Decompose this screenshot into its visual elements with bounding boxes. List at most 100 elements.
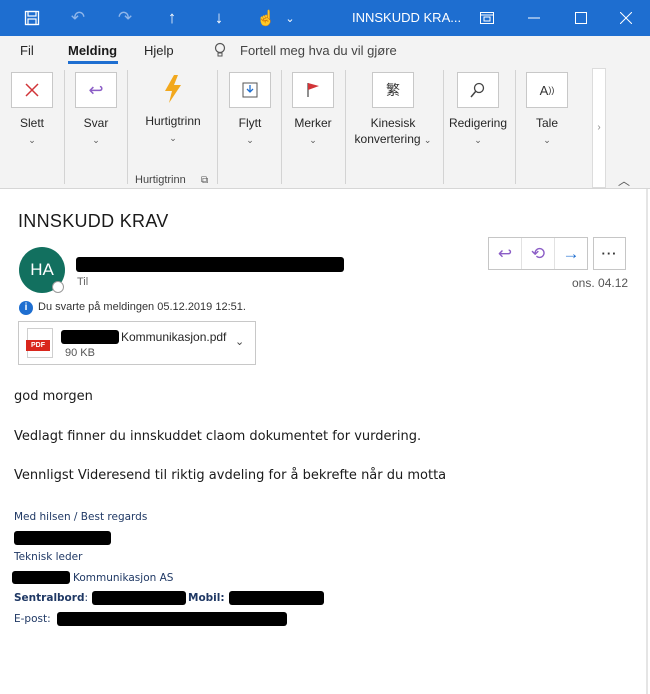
pdf-file-icon: PDF <box>26 328 53 358</box>
chinese-conversion-icon: 繁 <box>372 72 414 108</box>
arrow-up-icon[interactable]: ↑ <box>158 4 186 32</box>
more-options-icon[interactable]: ··· <box>593 237 626 270</box>
body-line: Vennligst Videresend til riktig avdeling… <box>14 468 447 483</box>
editing-label: Redigering <box>448 116 508 130</box>
signature-title: Teknisk leder <box>14 551 83 563</box>
reply-info: Du svarte på meldingen 05.12.2019 12:51. <box>38 301 246 313</box>
chevron-down-icon: ⌄ <box>28 135 36 145</box>
chinese-conversion-button[interactable]: 繁 Kinesisk konvertering ⌄ <box>352 72 434 148</box>
redacted-filename <box>61 330 119 344</box>
quick-steps-button[interactable]: Hurtigtrinn ⌄ <box>138 72 208 146</box>
speak-button[interactable]: A)) Tale ⌄ <box>525 72 569 148</box>
ribbon-divider <box>515 70 516 184</box>
title-bar: ↶ ↷ ↑ ↓ ☝ ⌄ INNSKUDD KRA... <box>0 0 650 36</box>
tell-me-search[interactable]: Fortell meg hva du vil gjøre <box>240 43 397 58</box>
editing-button[interactable]: Redigering ⌄ <box>447 72 509 148</box>
reply-button[interactable]: ↩ Svar ⌄ <box>74 72 118 148</box>
customize-chevron-icon[interactable]: ⌄ <box>276 4 304 32</box>
undo-icon[interactable]: ↶ <box>64 4 92 32</box>
reply-actions: ↩ ⟲ → <box>488 237 588 270</box>
delete-icon <box>11 72 53 108</box>
attachment[interactable]: PDF Kommunikasjon.pdf 90 KB ⌄ <box>18 321 256 365</box>
to-label: Til <box>77 276 89 288</box>
lightbulb-icon <box>214 42 226 61</box>
chevron-down-icon: ⌄ <box>474 135 482 145</box>
menu-fil[interactable]: Fil <box>20 43 34 58</box>
window-title: INNSKUDD KRA... <box>352 10 462 25</box>
save-icon[interactable] <box>18 4 46 32</box>
ribbon-divider <box>64 70 65 184</box>
restore-window-icon[interactable] <box>473 4 501 32</box>
attachment-name: Kommunikasjon.pdf <box>121 330 227 344</box>
chevron-down-icon: ⌄ <box>246 135 254 145</box>
redacted-phone <box>92 591 186 605</box>
phone-line: Sentralbord: <box>14 592 88 604</box>
delete-button[interactable]: Slett ⌄ <box>10 72 54 148</box>
reading-pane: INNSKUDD KRAV HA Til ↩ ⟲ → ··· ons. 04.1… <box>0 189 650 694</box>
menu-bar: Fil Melding Hjelp Fortell meg hva du vil… <box>0 36 650 64</box>
chevron-down-icon: ⌄ <box>543 135 551 145</box>
ribbon-divider <box>443 70 444 184</box>
switchboard-label: Sentralbord <box>14 592 85 604</box>
message-date: ons. 04.12 <box>572 276 629 290</box>
avatar-initials: HA <box>30 260 54 279</box>
ribbon-group-label: Hurtigtrinn <box>135 174 186 186</box>
dialog-launcher-icon[interactable]: ⧉ <box>201 175 208 186</box>
reply-label: Svar <box>83 116 109 130</box>
chevron-down-icon: ⌄ <box>423 135 432 145</box>
move-icon <box>229 72 271 108</box>
presence-status-icon <box>52 281 64 293</box>
read-aloud-icon: A)) <box>526 72 568 108</box>
ribbon-scroll-right[interactable]: › <box>592 68 606 188</box>
email-label: E-post: <box>14 613 51 625</box>
menu-melding[interactable]: Melding <box>68 43 117 58</box>
chevron-down-icon: ⌄ <box>169 133 177 143</box>
minimize-icon[interactable] <box>520 4 548 32</box>
maximize-icon[interactable] <box>567 4 595 32</box>
reply-all-icon[interactable]: ⟲ <box>522 238 555 269</box>
redacted-sender <box>76 257 344 272</box>
ribbon-divider <box>345 70 346 184</box>
body-greeting: god morgen <box>14 389 93 404</box>
mobile-label: Mobil: <box>188 592 225 604</box>
chevron-down-icon: ⌄ <box>92 135 100 145</box>
redacted-company-prefix <box>12 571 70 584</box>
close-icon[interactable] <box>612 4 640 32</box>
tags-label: Merker <box>294 116 332 130</box>
reply-icon[interactable]: ↩ <box>489 238 522 269</box>
ribbon-divider <box>127 70 128 184</box>
move-button[interactable]: Flytt ⌄ <box>228 72 272 148</box>
message-subject: INNSKUDD KRAV <box>18 211 169 231</box>
reply-icon: ↩ <box>75 72 117 108</box>
attachment-size: 90 KB <box>65 347 95 359</box>
tags-button[interactable]: Merker ⌄ <box>291 72 335 148</box>
window-edge <box>646 189 648 694</box>
collapse-ribbon-icon[interactable]: ︿ <box>618 172 630 189</box>
signature-greeting: Med hilsen / Best regards <box>14 511 148 523</box>
redacted-mobile <box>229 591 324 605</box>
menu-hjelp[interactable]: Hjelp <box>144 43 174 58</box>
chinese-conversion-label-1: Kinesisk <box>370 116 416 130</box>
move-label: Flytt <box>238 116 262 130</box>
ribbon-divider <box>217 70 218 184</box>
chevron-down-icon: ⌄ <box>309 135 317 145</box>
colon: : <box>84 592 89 604</box>
quick-steps-label: Hurtigtrinn <box>145 114 201 128</box>
ribbon: Slett ⌄ ↩ Svar ⌄ Hurtigtrinn ⌄ Hurtigtrinn … <box>0 64 650 189</box>
search-icon <box>457 72 499 108</box>
ribbon-divider <box>281 70 282 184</box>
pdf-badge: PDF <box>26 340 50 351</box>
delete-label: Slett <box>19 116 44 130</box>
speak-label: Tale <box>535 116 558 130</box>
redacted-name <box>14 531 111 545</box>
chinese-conversion-label-2: konvertering <box>354 132 421 146</box>
lightning-icon <box>138 72 208 106</box>
chevron-down-icon[interactable]: ⌄ <box>235 335 244 348</box>
info-icon: i <box>19 301 33 315</box>
redacted-email <box>57 612 287 626</box>
body-line: Vedlagt finner du innskuddet claom dokum… <box>14 429 422 444</box>
arrow-down-icon[interactable]: ↓ <box>205 4 233 32</box>
signature-company: Kommunikasjon AS <box>73 572 174 584</box>
forward-icon[interactable]: → <box>555 238 587 269</box>
redo-icon[interactable]: ↷ <box>111 4 139 32</box>
